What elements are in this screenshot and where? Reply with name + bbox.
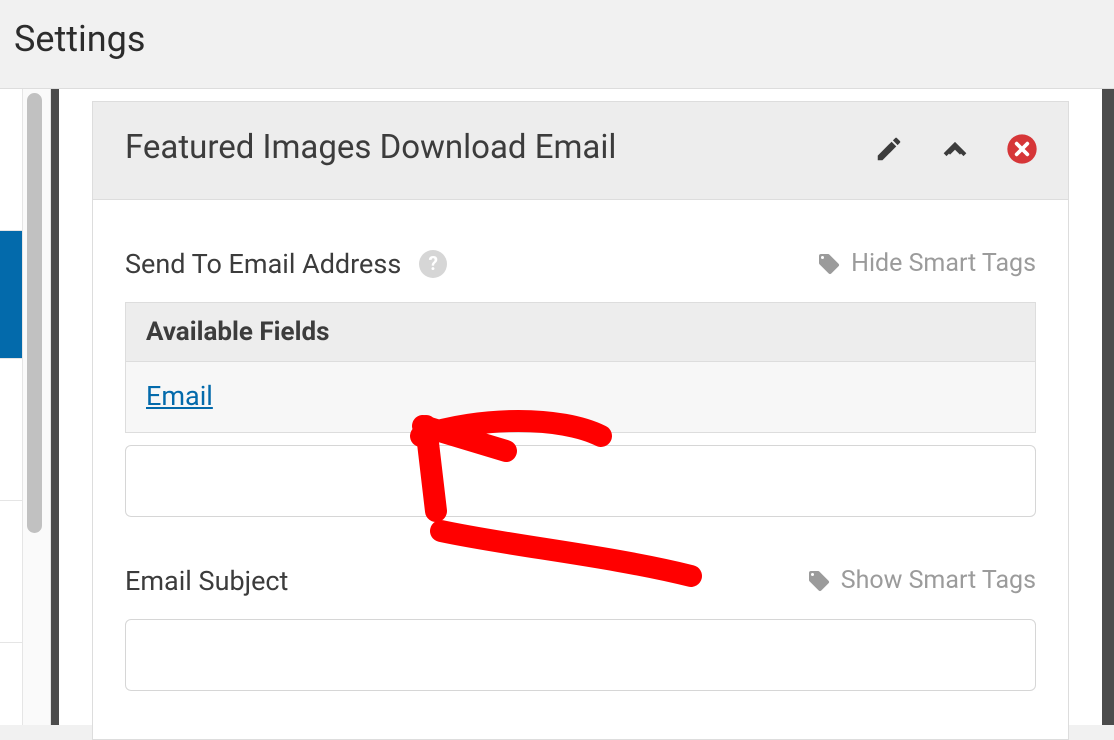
panel-actions <box>874 126 1038 166</box>
subject-label-text: Email Subject <box>125 565 288 597</box>
available-fields-box: Available Fields Email <box>125 302 1036 433</box>
collapse-button[interactable] <box>938 132 972 166</box>
notification-panel: Featured Images Download Email <box>92 101 1069 740</box>
subject-field-group: Email Subject Show Smart Tags <box>125 565 1036 691</box>
send-to-label: Send To Email Address ? <box>125 248 447 280</box>
hide-smart-tags-link[interactable]: Hide Smart Tags <box>817 249 1036 278</box>
panel-header: Featured Images Download Email <box>93 102 1068 200</box>
tag-icon <box>807 569 831 593</box>
show-smart-tags-text: Show Smart Tags <box>841 566 1036 595</box>
help-icon[interactable]: ? <box>419 250 447 278</box>
chevron-up-icon <box>938 132 972 166</box>
page-title: Settings <box>14 18 1100 60</box>
send-to-field-group: Send To Email Address ? Hide Smart Tags <box>125 248 1036 517</box>
send-to-label-text: Send To Email Address <box>125 248 401 280</box>
sidebar-item[interactable] <box>0 501 22 643</box>
hide-smart-tags-text: Hide Smart Tags <box>851 249 1036 278</box>
settings-sidebar <box>0 89 23 725</box>
panel-title: Featured Images Download Email <box>125 126 616 171</box>
edit-button[interactable] <box>874 134 904 164</box>
available-fields-body: Email <box>126 362 1035 432</box>
field-label-row: Send To Email Address ? Hide Smart Tags <box>125 248 1036 280</box>
tag-icon <box>817 252 841 276</box>
available-fields-header: Available Fields <box>126 303 1035 362</box>
content-wrapper: Featured Images Download Email <box>0 89 1114 725</box>
sidebar-item[interactable] <box>0 359 22 501</box>
email-field-link[interactable]: Email <box>146 380 213 412</box>
sidebar-item-active[interactable] <box>0 231 22 359</box>
main-area: Featured Images Download Email <box>51 89 1114 725</box>
page-header: Settings <box>0 0 1114 89</box>
field-label-row: Email Subject Show Smart Tags <box>125 565 1036 597</box>
scrollbar-thumb[interactable] <box>27 93 42 533</box>
close-circle-icon <box>1006 133 1038 165</box>
pencil-icon <box>874 134 904 164</box>
panel-body: Send To Email Address ? Hide Smart Tags <box>93 200 1068 691</box>
scrollbar-track[interactable] <box>23 89 51 725</box>
sidebar-item[interactable] <box>0 89 22 231</box>
main-inner: Featured Images Download Email <box>59 89 1102 725</box>
delete-button[interactable] <box>1006 133 1038 165</box>
subject-label: Email Subject <box>125 565 288 597</box>
show-smart-tags-link[interactable]: Show Smart Tags <box>807 566 1036 595</box>
send-to-input[interactable] <box>125 445 1036 517</box>
subject-input[interactable] <box>125 619 1036 691</box>
